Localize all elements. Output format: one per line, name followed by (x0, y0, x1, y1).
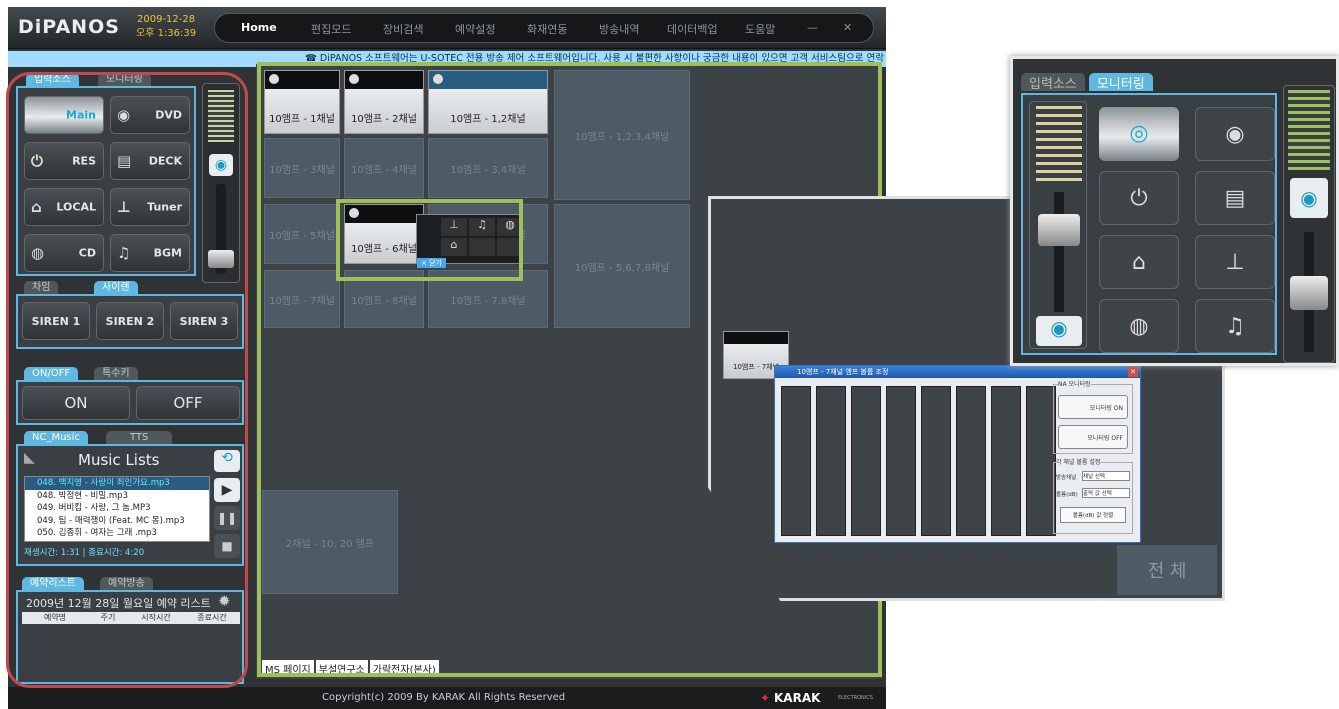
nav-backup[interactable]: 데이터백업 (667, 21, 718, 37)
copyright-text: Copyright(c) 2009 By KARAK All Rights Re… (322, 692, 566, 703)
channel-fader[interactable] (921, 386, 951, 536)
tuner-icon[interactable]: ⊥ (1195, 235, 1275, 289)
footer: Copyright(c) 2009 By KARAK All Rights Re… (8, 687, 886, 709)
dialog-title: 10앰프 - 7채널 앰프 볼륨 조정 (775, 366, 1140, 378)
nav-history[interactable]: 방송내역 (599, 21, 639, 37)
channel-fader[interactable] (851, 386, 881, 536)
level-meter (1036, 106, 1082, 186)
highlight-frame-left (6, 72, 248, 688)
dialog-close-icon[interactable]: ✕ (1128, 367, 1138, 377)
zoom-tabs: 입력소스 모니터링 (1021, 73, 1153, 92)
brand-sub: ELECTRONICS (838, 695, 873, 701)
monitor-group: NA 모니터링 모니터링 ON 모니터링 OFF (1053, 379, 1133, 454)
nav-edit[interactable]: 편집모드 (311, 21, 351, 37)
level-meter (1288, 90, 1330, 170)
volume-thumb[interactable] (1290, 276, 1328, 310)
main-source-icon[interactable]: ◎ (1099, 107, 1179, 161)
channel-select[interactable]: 채널 선택 (1082, 471, 1130, 481)
channel-fader[interactable] (781, 386, 811, 536)
datetime: 2009-12-28 오후 1:36:39 (136, 13, 196, 41)
monitor-speaker-icon[interactable]: ◉ (1290, 178, 1328, 218)
volume-track (1054, 192, 1064, 312)
microphone-icon[interactable]: ⌂ (1099, 235, 1179, 289)
monitor-panel: ◉ ◎ ◉ ⏻ ▤ ⌂ ⊥ ◍ ♫ (1021, 93, 1277, 355)
nav-help[interactable]: 도움말 (745, 21, 775, 37)
time-text: 오후 1:36:39 (136, 28, 197, 39)
nav-home[interactable]: Home (241, 21, 277, 34)
channel-fader[interactable] (956, 386, 986, 536)
channel-fader[interactable] (991, 386, 1021, 536)
channel-fader[interactable] (816, 386, 846, 536)
deck-icon[interactable]: ▤ (1195, 171, 1275, 225)
dvd-icon[interactable]: ◉ (1195, 107, 1275, 161)
karak-logo-icon: ✦ (760, 691, 771, 705)
cd-icon[interactable]: ◍ (1099, 299, 1179, 353)
volume-group: 각 채널 볼륨 설정 방송채널 채널 선택 볼륨(dB) 출력 값 선택 볼륨(… (1053, 457, 1133, 534)
main-nav: Home 편집모드 장비검색 예약설정 화재연동 방송내역 데이터백업 도움말 … (214, 13, 874, 43)
date-text: 2009-12-28 (137, 14, 196, 25)
volume-thumb[interactable] (1038, 214, 1080, 246)
minimize-icon[interactable]: — (807, 21, 818, 34)
monitor-off-button[interactable]: 모니터링 OFF (1058, 425, 1128, 449)
close-icon[interactable]: ✕ (843, 21, 852, 34)
monitor-speaker-icon[interactable]: ◉ (1036, 316, 1082, 346)
channel-fader[interactable] (886, 386, 916, 536)
nav-fire-link[interactable]: 화재연동 (527, 21, 567, 37)
volume-dialog: 10앰프 - 7채널 앰프 볼륨 조정 ✕ NA 모니터링 모니터링 ON 모니… (774, 365, 1141, 543)
nav-reservation[interactable]: 예약설정 (455, 21, 495, 37)
nav-device-search[interactable]: 장비검색 (383, 21, 423, 37)
tab-monitoring[interactable]: 모니터링 (1088, 73, 1153, 92)
power-icon[interactable]: ⏻ (1099, 171, 1179, 225)
master-volume[interactable]: ◉ (1283, 85, 1335, 363)
apply-volume-button[interactable]: 볼륨(dB) 값 정렬 (1060, 507, 1126, 523)
brand-name: KARAK (774, 691, 821, 705)
monitor-volume[interactable]: ◉ (1029, 101, 1087, 349)
volume-select[interactable]: 출력 값 선택 (1082, 488, 1130, 498)
music-notes-icon[interactable]: ♫ (1195, 299, 1275, 353)
app-logo: DiPANOS (18, 16, 120, 38)
title-bar: DiPANOS 2009-12-28 오후 1:36:39 Home 편집모드 … (8, 7, 886, 49)
all-zones-cell[interactable]: 전 체 (1117, 545, 1217, 595)
highlight-frame-popup (336, 199, 523, 281)
tab-input-source[interactable]: 입력소스 (1021, 73, 1085, 92)
monitor-on-button[interactable]: 모니터링 ON (1058, 395, 1128, 419)
channel-fader[interactable] (1026, 386, 1056, 536)
zoom-callout-input: 입력소스 모니터링 ◉ ◎ ◉ ⏻ ▤ ⌂ ⊥ ◍ ♫ ◉ (1010, 56, 1339, 366)
